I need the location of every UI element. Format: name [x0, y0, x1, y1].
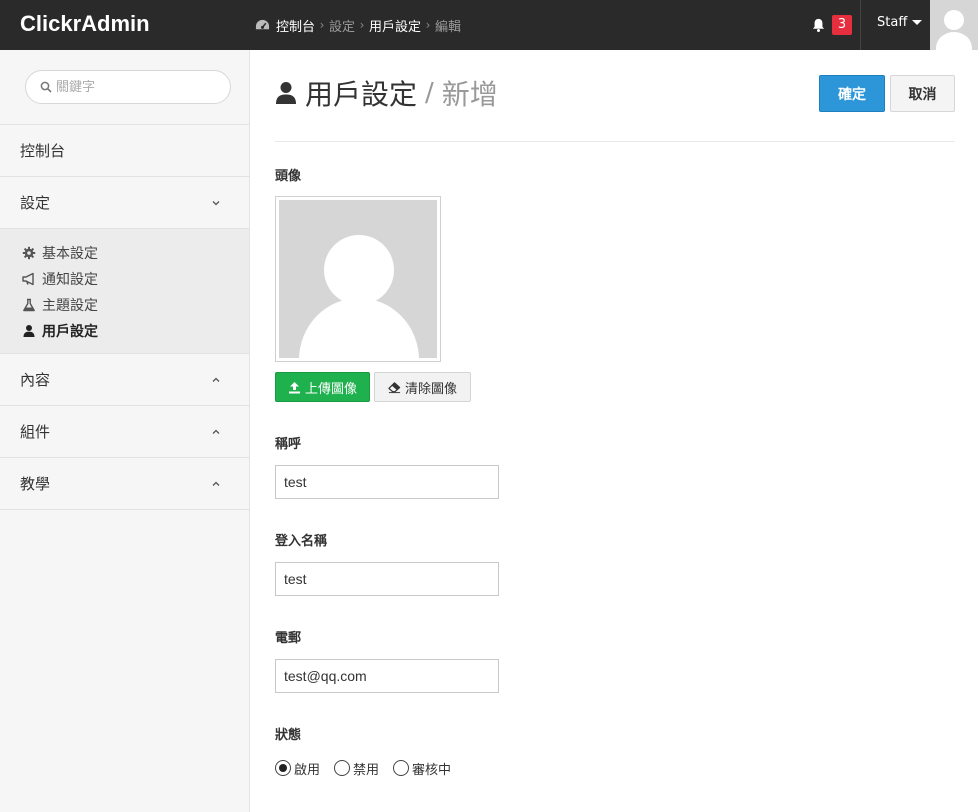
- breadcrumb-user-settings[interactable]: 用戶設定: [369, 16, 421, 35]
- email-input[interactable]: [275, 659, 499, 693]
- chevron-up-icon: [212, 481, 220, 486]
- user-menu-label: Staff: [877, 15, 908, 30]
- divider: [0, 509, 249, 510]
- sidebar: 控制台 設定 基本設定: [0, 50, 250, 812]
- nickname-label: 稱呼: [275, 437, 302, 452]
- radio-button[interactable]: [334, 760, 351, 776]
- caret-down-icon: [912, 20, 923, 25]
- page-title: 用戶設定 / 新增: [275, 75, 498, 111]
- search-input[interactable]: [56, 79, 216, 95]
- chevron-right-icon: ›: [319, 18, 325, 32]
- top-bar: ClickrAdmin 控制台 › 設定 › 用戶設定 › 編輯 3 Staff: [0, 0, 978, 50]
- page-title-text: 用戶設定: [305, 78, 418, 111]
- radio-button[interactable]: [393, 760, 410, 776]
- radio-label: 審核中: [412, 762, 452, 778]
- page-subtitle: 新增: [441, 78, 498, 111]
- sidebar-item-tutorials[interactable]: 教學: [0, 457, 249, 509]
- login-name-input[interactable]: [275, 562, 499, 596]
- sidebar-item-dashboard[interactable]: 控制台: [0, 124, 249, 176]
- avatar-preview: [275, 196, 441, 362]
- status-label: 狀態: [275, 728, 302, 743]
- upload-icon: [288, 381, 300, 393]
- breadcrumb: 控制台 › 設定 › 用戶設定 › 編輯: [255, 16, 462, 35]
- divider: [860, 0, 861, 50]
- title-separator: /: [425, 78, 434, 108]
- sidebar-item-label: 內容: [20, 371, 51, 389]
- user-menu[interactable]: Staff: [877, 15, 923, 30]
- status-radio-disabled[interactable]: 禁用: [334, 759, 379, 778]
- chevron-down-icon: [212, 201, 220, 206]
- submenu-user-settings[interactable]: 用戶設定: [22, 321, 98, 341]
- avatar-silhouette-icon: [936, 10, 972, 50]
- avatar-placeholder-icon: [299, 235, 419, 358]
- avatar-label: 頭像: [275, 169, 302, 184]
- nickname-input[interactable]: [275, 465, 499, 499]
- bell-icon[interactable]: [811, 17, 826, 33]
- submenu-basic-settings[interactable]: 基本設定: [22, 243, 98, 263]
- eraser-icon: [388, 381, 401, 393]
- sidebar-item-components[interactable]: 組件: [0, 405, 249, 457]
- dashboard-icon: [255, 19, 270, 29]
- radio-label: 啟用: [294, 762, 321, 778]
- email-label: 電郵: [275, 631, 302, 646]
- radio-label: 禁用: [353, 762, 380, 778]
- radio-button[interactable]: [275, 760, 291, 776]
- user-icon: [23, 325, 35, 337]
- upload-image-label: 上傳圖像: [304, 381, 357, 397]
- submenu-theme-settings[interactable]: 主題設定: [22, 295, 98, 315]
- clear-image-button[interactable]: 清除圖像: [374, 372, 471, 402]
- upload-image-button[interactable]: 上傳圖像: [275, 372, 370, 402]
- sidebar-item-label: 組件: [20, 423, 51, 441]
- confirm-button[interactable]: 確定: [819, 75, 885, 112]
- notification-badge[interactable]: 3: [832, 15, 852, 35]
- chevron-up-icon: [212, 377, 220, 382]
- submenu-label: 用戶設定: [42, 324, 98, 340]
- status-radio-enabled[interactable]: 啟用: [275, 759, 320, 778]
- submenu-notification-settings[interactable]: 通知設定: [22, 269, 98, 289]
- search-icon: [40, 81, 52, 93]
- sidebar-item-content[interactable]: 內容: [0, 353, 249, 405]
- gear-icon: [22, 246, 36, 260]
- breadcrumb-dashboard[interactable]: 控制台: [276, 16, 315, 35]
- sidebar-item-label: 控制台: [20, 142, 66, 160]
- status-radio-pending[interactable]: 審核中: [393, 759, 451, 778]
- user-icon: [276, 82, 296, 104]
- sidebar-item-label: 教學: [20, 475, 51, 493]
- sidebar-item-settings[interactable]: 設定: [0, 176, 249, 228]
- breadcrumb-settings[interactable]: 設定: [329, 16, 355, 35]
- submenu-label: 通知設定: [42, 272, 98, 288]
- brand-logo[interactable]: ClickrAdmin: [20, 11, 150, 37]
- chevron-up-icon: [212, 429, 220, 434]
- sidebar-search: [25, 70, 231, 104]
- cancel-button[interactable]: 取消: [890, 75, 955, 112]
- bullhorn-icon: [22, 272, 34, 286]
- clear-image-label: 清除圖像: [404, 381, 457, 397]
- user-avatar[interactable]: [930, 0, 978, 50]
- breadcrumb-edit: 編輯: [435, 19, 462, 35]
- chevron-right-icon: ›: [425, 18, 431, 32]
- settings-submenu: 基本設定 通知設定 主題設定 用戶設定: [0, 228, 249, 353]
- flask-icon: [23, 298, 35, 312]
- sidebar-item-label: 設定: [20, 194, 51, 212]
- divider: [275, 141, 955, 142]
- login-name-label: 登入名稱: [275, 534, 328, 549]
- submenu-label: 基本設定: [42, 246, 98, 262]
- chevron-right-icon: ›: [359, 18, 365, 32]
- submenu-label: 主題設定: [42, 298, 98, 314]
- status-radio-group: 啟用 禁用 審核中: [275, 758, 465, 778]
